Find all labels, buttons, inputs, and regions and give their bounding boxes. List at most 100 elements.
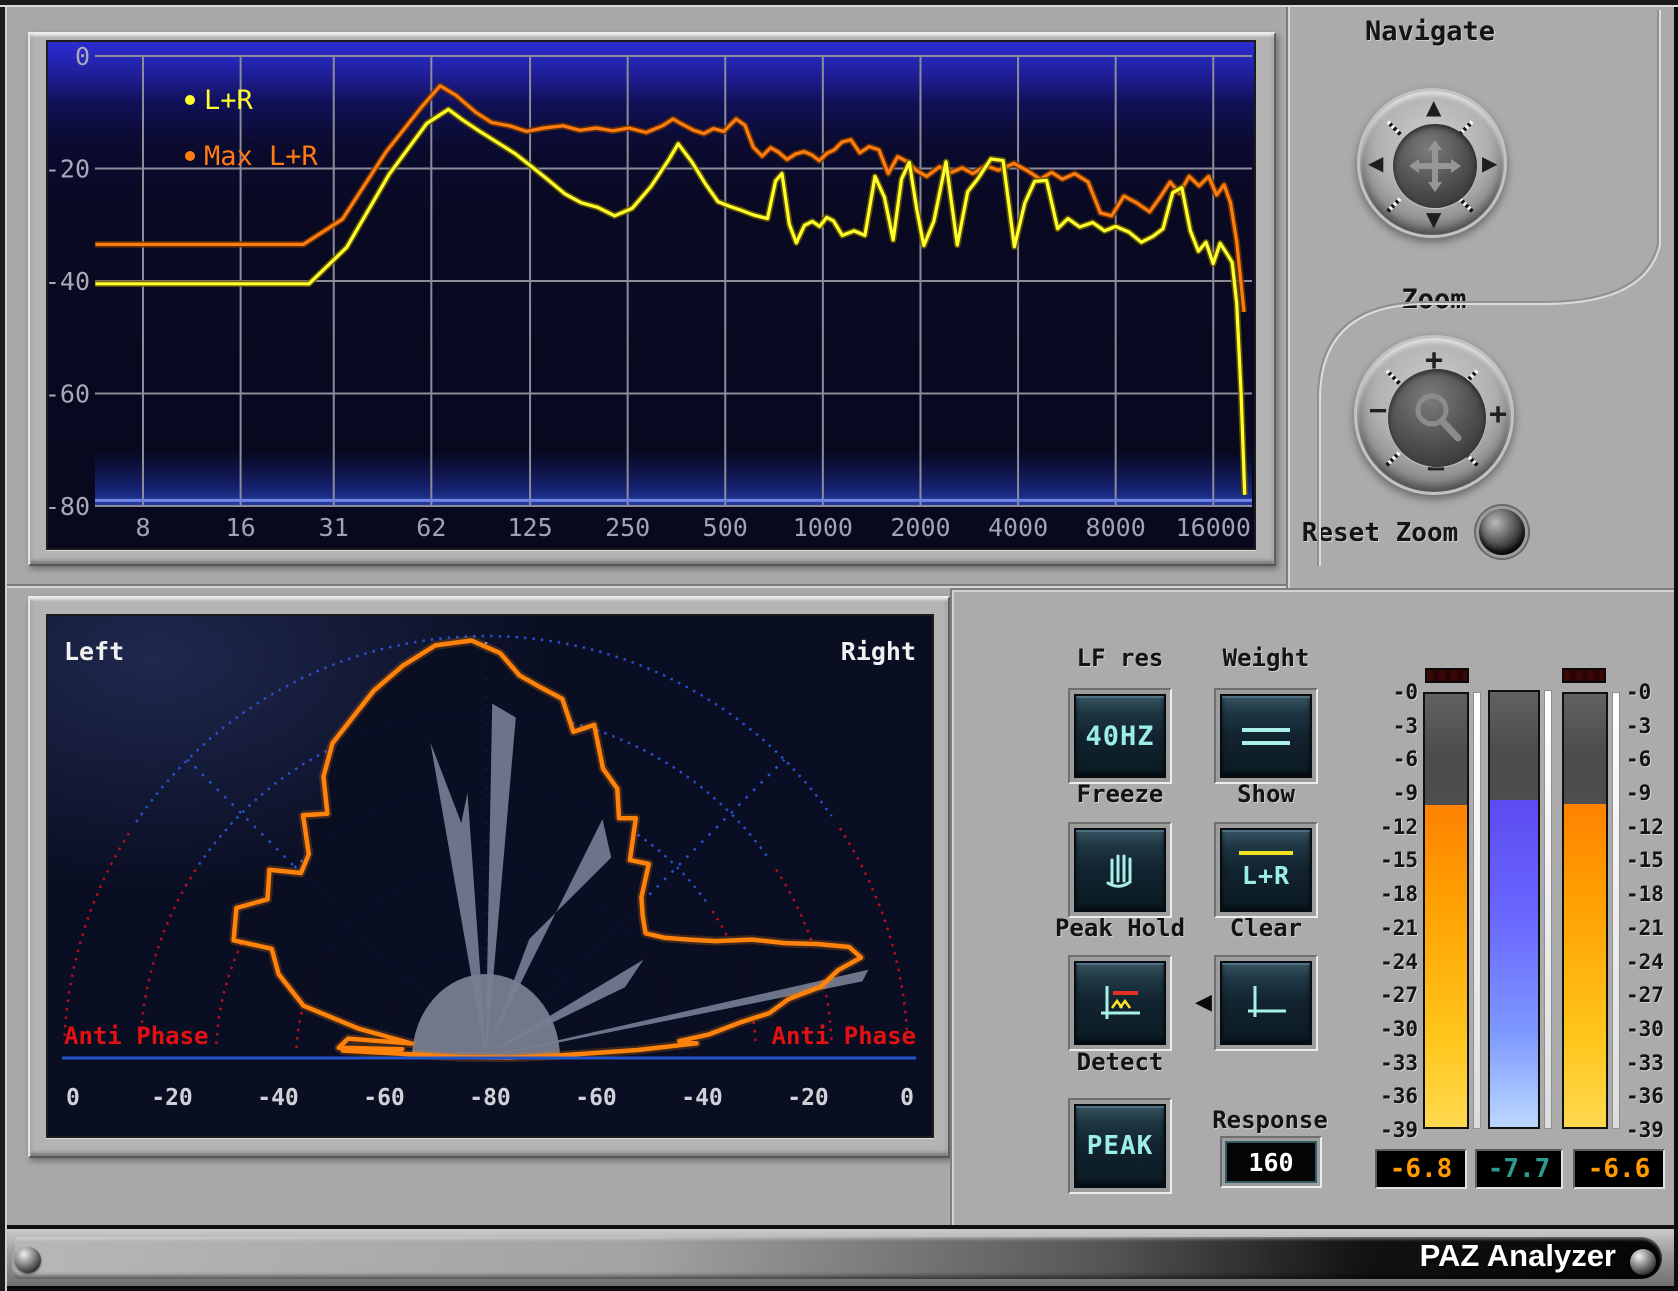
- meter-scale-tick: -33: [1372, 1053, 1418, 1074]
- polar-tick-label: -20: [151, 1085, 193, 1111]
- link-triangle-icon[interactable]: ◀: [1195, 990, 1212, 1015]
- meter-scale-tick: -24: [1626, 952, 1672, 973]
- meter-scale-tick: -30: [1372, 1019, 1418, 1040]
- weight-lines-icon: [1242, 728, 1290, 745]
- clip-led-left[interactable]: [1425, 668, 1469, 683]
- x-tick-label: 8: [135, 513, 150, 542]
- meter-scale-tick: -39: [1626, 1120, 1672, 1141]
- peak-strip-mid: [1544, 690, 1552, 1129]
- freeze-hand-icon: [1098, 848, 1142, 892]
- navigate-hub[interactable]: [1393, 124, 1477, 208]
- meter-scale-tick: -27: [1626, 985, 1672, 1006]
- show-button[interactable]: L+R: [1214, 822, 1318, 918]
- weight-button[interactable]: [1214, 688, 1318, 784]
- legend-dot: [185, 95, 195, 105]
- waves-logo-icon-left: [15, 1247, 41, 1273]
- x-tick-label: 16: [226, 513, 256, 542]
- polar-tick-label: -60: [575, 1085, 617, 1111]
- navigate-right-arrow[interactable]: ▶: [1482, 153, 1497, 173]
- peak-strip-left: [1473, 692, 1481, 1129]
- polar-tick-label: -20: [787, 1085, 829, 1111]
- meter-right: [1562, 692, 1608, 1129]
- y-tick-label: -20: [48, 155, 90, 184]
- meter-scale-tick: -18: [1372, 884, 1418, 905]
- navigate-up-arrow[interactable]: ▲: [1426, 97, 1441, 117]
- show-trace-color-bar: [1239, 851, 1293, 855]
- left-label: Left: [64, 637, 124, 666]
- meter-scale-tick: -0: [1626, 682, 1672, 703]
- detect-button[interactable]: PEAK: [1068, 1098, 1172, 1194]
- antiphase-left-label: Anti Phase: [64, 1022, 209, 1050]
- clear-button[interactable]: [1214, 955, 1318, 1051]
- legend-label: Max L+R: [204, 141, 319, 172]
- dial-separator: [1385, 369, 1401, 385]
- zoom-out-horizontal-icon[interactable]: −: [1369, 396, 1387, 426]
- meter-scale-right: -0-3-6-9-12-15-18-21-24-27-30-33-36-39: [1626, 682, 1672, 1141]
- reset-zoom-button[interactable]: [1476, 506, 1528, 558]
- dial-separator: [1385, 451, 1401, 467]
- spectrum-floor-glow: [95, 451, 1252, 506]
- meter-scale-tick: -9: [1372, 783, 1418, 804]
- meter-scale-tick: -9: [1626, 783, 1672, 804]
- x-tick-label: 4000: [988, 513, 1048, 542]
- lf-res-value: 40HZ: [1085, 721, 1154, 752]
- x-tick-label: 125: [507, 513, 552, 542]
- zoom-hub[interactable]: [1388, 369, 1486, 467]
- zoom-in-horizontal-icon[interactable]: +: [1489, 400, 1507, 430]
- reset-zoom-label: Reset Zoom: [1290, 518, 1470, 548]
- polar-tick-label: -40: [681, 1085, 723, 1111]
- meter-scale-tick: -24: [1372, 952, 1418, 973]
- detect-label: Detect: [1035, 1048, 1205, 1076]
- detect-value: PEAK: [1087, 1131, 1154, 1161]
- plugin-title: PAZ Analyzer: [1420, 1238, 1616, 1274]
- spectrum-chart: 0-20-40-60-80816316212525050010002000400…: [48, 42, 1254, 548]
- meter-scale-tick: -39: [1372, 1120, 1418, 1141]
- meter-scale-tick: -18: [1626, 884, 1672, 905]
- navigate-down-arrow[interactable]: ▼: [1426, 209, 1441, 229]
- navigate-dial[interactable]: ▲ ▼ ◀ ▶: [1357, 88, 1507, 238]
- title-strip: [12, 1237, 1662, 1279]
- meter-scale-tick: -21: [1626, 918, 1672, 939]
- legend-dot: [185, 151, 195, 161]
- clip-led-right[interactable]: [1562, 668, 1606, 683]
- response-field[interactable]: 160: [1220, 1136, 1322, 1188]
- panel-divider-horizontal: [0, 584, 1286, 586]
- meter-scale-tick: -33: [1626, 1053, 1672, 1074]
- response-value: 160: [1248, 1148, 1293, 1177]
- x-tick-label: 250: [605, 513, 650, 542]
- meter-mid: [1488, 690, 1540, 1129]
- x-tick-label: 500: [703, 513, 748, 542]
- meter-scale-tick: -12: [1626, 817, 1672, 838]
- meter-scale-tick: -6: [1626, 749, 1672, 770]
- spectrum-screen: 0-20-40-60-80816316212525050010002000400…: [46, 40, 1256, 550]
- meter-scale-left: -0-3-6-9-12-15-18-21-24-27-30-33-36-39: [1372, 682, 1418, 1141]
- zoom-dial[interactable]: + + − −: [1354, 335, 1514, 495]
- right-label: Right: [841, 637, 916, 666]
- magnifier-icon: [1405, 386, 1469, 450]
- meter-scale-tick: -36: [1626, 1086, 1672, 1107]
- lf-res-label: LF res: [1035, 644, 1205, 672]
- meter-scale-tick: -21: [1372, 918, 1418, 939]
- stereo-position-chart: LeftRightAnti PhaseAnti Phase0-20-40-60-…: [48, 616, 932, 1136]
- show-label: Show: [1181, 780, 1351, 808]
- navigate-left-arrow[interactable]: ◀: [1368, 153, 1383, 173]
- x-tick-label: 8000: [1086, 513, 1146, 542]
- weight-label: Weight: [1181, 644, 1351, 672]
- meter-scale-tick: -27: [1372, 985, 1418, 1006]
- clear-axes-icon: [1242, 981, 1290, 1025]
- x-tick-label: 31: [319, 513, 349, 542]
- lf-res-button[interactable]: 40HZ: [1068, 688, 1172, 784]
- clear-label: Clear: [1181, 914, 1351, 942]
- meter-scale-tick: -30: [1626, 1019, 1672, 1040]
- meter-scale-tick: -36: [1372, 1086, 1418, 1107]
- spectrum-panel: 0-20-40-60-80816316212525050010002000400…: [28, 32, 1276, 566]
- waves-logo-icon-right: [1630, 1249, 1656, 1275]
- meter-scale-tick: -15: [1626, 850, 1672, 871]
- zoom-label: Zoom: [1334, 284, 1534, 315]
- stereo-position-screen: LeftRightAnti PhaseAnti Phase0-20-40-60-…: [46, 614, 934, 1138]
- response-label: Response: [1185, 1106, 1355, 1134]
- control-panel: LF res Weight Freeze Show Peak Hold Clea…: [950, 588, 1678, 1225]
- freeze-button[interactable]: [1068, 822, 1172, 918]
- peak-strip-right: [1612, 692, 1620, 1129]
- peak-hold-button[interactable]: [1068, 955, 1172, 1051]
